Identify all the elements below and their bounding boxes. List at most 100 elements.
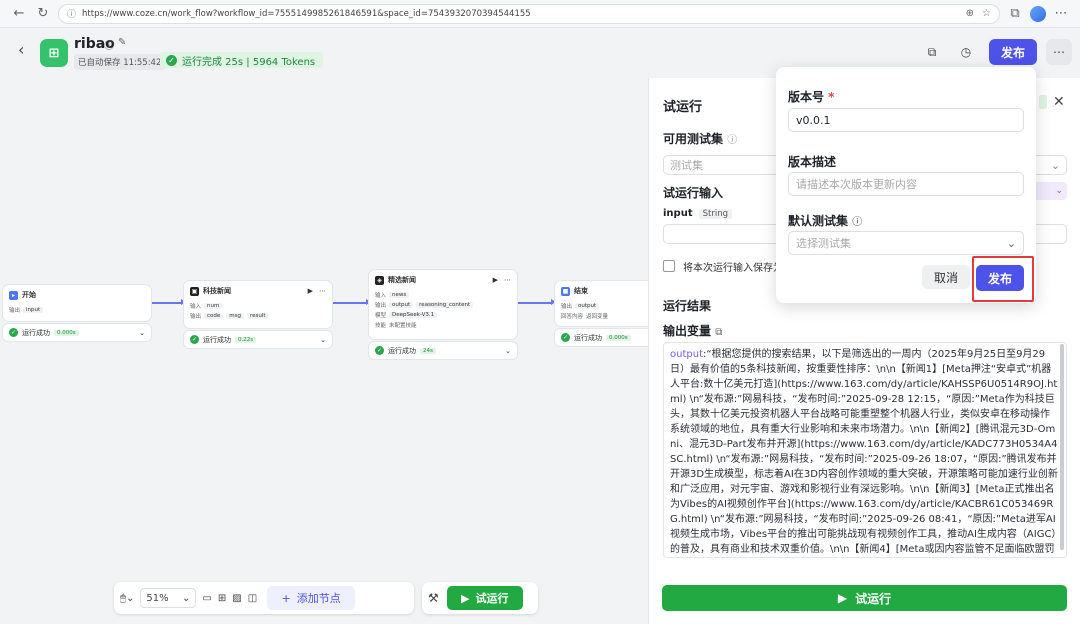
chevron-down-icon: ⌄	[182, 592, 191, 604]
success-check-icon: ✓	[561, 333, 570, 342]
tech-news-status[interactable]: ✓ 运行成功 0.22s ⌄	[184, 331, 332, 348]
extensions-icon[interactable]: ⧉	[1006, 5, 1024, 23]
site-info-icon[interactable]: ⓘ	[67, 7, 76, 20]
edge-select-end	[518, 299, 556, 305]
default-testset-select[interactable]: 选择测试集 ⌄	[788, 231, 1024, 255]
run-toolbar: ⚒ ▶ 试运行	[422, 582, 538, 614]
tech-status-text: 运行成功	[203, 335, 231, 344]
debug-tool-icon[interactable]: ⚒	[428, 591, 439, 605]
start-node[interactable]: ▸ 开始 输出 input	[3, 285, 151, 321]
select-news-status[interactable]: ✓ 运行成功 24s ⌄	[369, 342, 517, 359]
ai-generate-chevron-icon[interactable]: ⌄	[1033, 182, 1067, 200]
chevron-down-icon[interactable]: ⌄	[505, 347, 511, 355]
select-output-field: reasoning_content	[416, 302, 474, 308]
cancel-button[interactable]: 取消	[922, 265, 970, 289]
address-bar[interactable]: ⓘ https://www.coze.cn/work_flow?workflow…	[58, 3, 1000, 24]
layout-icon[interactable]: ⊞	[218, 593, 226, 604]
success-check-icon: ✓	[166, 54, 177, 66]
end-node-status[interactable]: ✓ 运行成功 0.000s	[555, 329, 648, 346]
default-testset-label: 默认测试集 ⓘ	[788, 214, 863, 228]
back-icon[interactable]: ‹	[18, 40, 24, 59]
help-icon[interactable]: ⓘ	[852, 217, 862, 228]
end-status-text: 运行成功	[574, 333, 602, 342]
description-input[interactable]: 请描述本次版本更新内容	[788, 172, 1024, 196]
play-icon[interactable]: ▶	[308, 287, 313, 295]
copy-icon[interactable]: ⧉	[920, 40, 944, 64]
end-node[interactable]: ■ 结束 输出 output 回答内容 返回变量	[555, 281, 648, 326]
select-output-label: 输出	[375, 303, 387, 309]
url-text: https://www.coze.cn/work_flow?workflow_i…	[82, 8, 531, 19]
info-icon[interactable]: ⓘ	[104, 37, 114, 52]
plus-icon: +	[281, 591, 291, 605]
toolbar-run-button[interactable]: ▶ 试运行	[446, 586, 523, 610]
more-options-icon[interactable]: ⋯	[1046, 39, 1072, 65]
add-node-button[interactable]: + 添加节点	[267, 586, 356, 610]
output-text-box[interactable]: output:“根据您提供的搜索结果，以下是筛选出的一周内（2025年9月25日…	[663, 342, 1067, 558]
select-news-title: 精选新闻	[388, 276, 416, 284]
start-status-text: 运行成功	[22, 328, 50, 337]
comment-icon[interactable]: ▭	[202, 593, 211, 604]
select-model-label: 模型	[375, 313, 387, 319]
star-icon[interactable]: ☆	[982, 8, 991, 19]
start-time-badge: 0.000s	[54, 329, 79, 336]
edge-start-tech	[152, 299, 186, 305]
publish-button[interactable]: 发布	[989, 39, 1037, 65]
tech-news-node[interactable]: ▣ 科技新闻 ▶ ⋯ 输入 num 输出 code msg result	[184, 281, 332, 328]
panel-run-label: 试运行	[855, 591, 892, 606]
minimap-icon[interactable]: ◫	[248, 593, 257, 604]
copy-icon[interactable]: ⧉	[715, 327, 722, 338]
panel-run-button[interactable]: ▶ 试运行	[662, 585, 1067, 611]
workflow-canvas[interactable]: ▸ 开始 输出 input ✓ 运行成功 0.000s ⌄ ▣ 科技新闻 ▶ ⋯…	[0, 78, 648, 624]
run-status-badge[interactable]: ✓ 运行完成 25s | 5964 Tokens	[160, 52, 324, 68]
history-icon[interactable]: ◷	[954, 40, 978, 64]
version-input[interactable]: v0.0.1	[788, 108, 1024, 132]
select-skill-value: 未配置技能	[389, 323, 417, 329]
highlight-annotation	[972, 256, 1034, 302]
select-model-value: DeepSeek-V3.1	[389, 312, 438, 318]
start-node-title: 开始	[22, 291, 36, 299]
play-icon: ▶	[461, 591, 470, 605]
tech-input-field: num	[204, 303, 223, 309]
help-icon[interactable]: ⓘ	[727, 135, 737, 146]
chevron-down-icon[interactable]: ⌄	[320, 336, 326, 344]
description-placeholder: 请描述本次版本更新内容	[796, 178, 917, 191]
testset-label: 可用测试集 ⓘ	[663, 132, 738, 146]
tech-news-title: 科技新闻	[203, 287, 231, 295]
output-scrollbar[interactable]	[1060, 344, 1064, 550]
back-arrow-icon[interactable]: ←	[10, 5, 28, 23]
success-check-icon: ✓	[190, 335, 199, 344]
start-node-status[interactable]: ✓ 运行成功 0.000s ⌄	[3, 324, 151, 341]
edit-icon[interactable]: ✎	[118, 37, 126, 52]
zoom-select[interactable]: 51% ⌄	[140, 588, 197, 608]
zoom-icon[interactable]: ⊕	[966, 8, 974, 19]
select-skill-label: 技能	[375, 323, 387, 329]
browser-toolbar: ← ↻ ⓘ https://www.coze.cn/work_flow?work…	[0, 0, 1080, 28]
end-output-field: output	[575, 303, 600, 309]
version-value: v0.0.1	[796, 113, 831, 127]
reload-icon[interactable]: ↻	[34, 5, 52, 23]
end-node-title: 结束	[574, 287, 588, 295]
image-icon[interactable]: ▨	[232, 593, 241, 604]
select-news-node[interactable]: ◈ 精选新闻 ▶ ⋯ 输入 news 输出 output reasoning_c…	[369, 270, 517, 339]
input-type-badge: String	[698, 208, 732, 219]
tech-input-label: 输入	[190, 304, 202, 310]
llm-icon: ◈	[375, 275, 384, 285]
mouse-mode-icon[interactable]: 🖱︎⌄	[120, 593, 134, 604]
tech-time-badge: 0.22s	[235, 336, 257, 343]
select-input-field: news	[389, 292, 410, 298]
output-key: output	[670, 349, 703, 360]
node-more-icon[interactable]: ⋯	[504, 276, 511, 284]
end-answer-label: 回答内容	[561, 314, 584, 320]
node-more-icon[interactable]: ⋯	[319, 287, 326, 295]
profile-avatar[interactable]	[1030, 5, 1046, 22]
edge-tech-select	[333, 299, 371, 305]
select-output-field: output	[389, 302, 414, 308]
save-input-checkbox[interactable]	[663, 260, 675, 272]
chevron-down-icon: ⌄	[1050, 158, 1060, 172]
play-icon[interactable]: ▶	[493, 276, 498, 284]
play-icon: ▶	[837, 591, 848, 605]
result-label: 运行结果	[663, 299, 712, 313]
menu-icon[interactable]: ⋯	[1052, 5, 1070, 23]
chevron-down-icon[interactable]: ⌄	[139, 329, 145, 337]
close-icon[interactable]: ✕	[1053, 94, 1065, 110]
